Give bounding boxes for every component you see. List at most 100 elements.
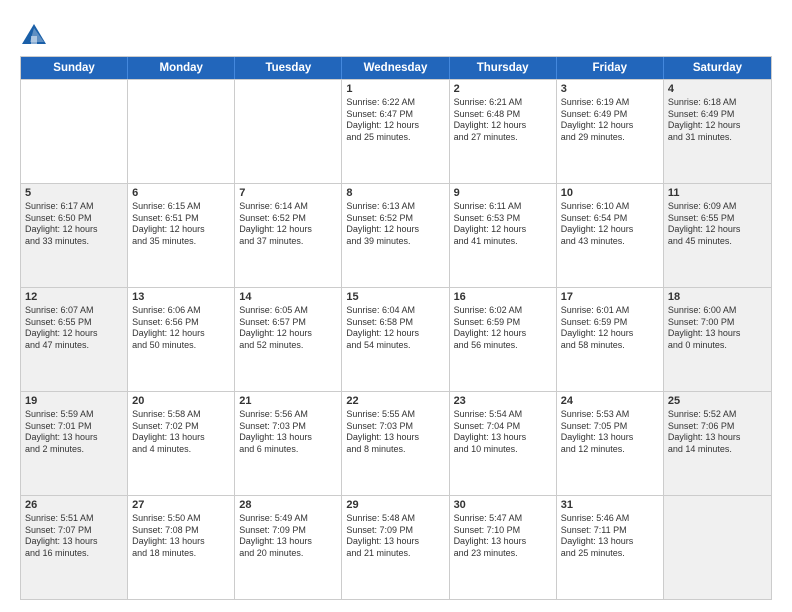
weekday-header-sunday: Sunday	[21, 57, 128, 79]
day-cell-5: 5Sunrise: 6:17 AMSunset: 6:50 PMDaylight…	[21, 184, 128, 287]
cell-line-0: Sunrise: 5:49 AM	[239, 513, 337, 525]
cell-line-2: Daylight: 12 hours	[25, 328, 123, 340]
cell-line-0: Sunrise: 6:19 AM	[561, 97, 659, 109]
cell-line-0: Sunrise: 5:50 AM	[132, 513, 230, 525]
cell-line-0: Sunrise: 5:56 AM	[239, 409, 337, 421]
cell-line-3: and 18 minutes.	[132, 548, 230, 560]
logo-icon	[20, 22, 48, 50]
cell-line-3: and 10 minutes.	[454, 444, 552, 456]
day-number: 30	[454, 499, 552, 511]
cell-line-1: Sunset: 7:08 PM	[132, 525, 230, 537]
cell-line-3: and 0 minutes.	[668, 340, 767, 352]
cell-line-0: Sunrise: 5:52 AM	[668, 409, 767, 421]
day-cell-12: 12Sunrise: 6:07 AMSunset: 6:55 PMDayligh…	[21, 288, 128, 391]
cell-line-1: Sunset: 7:06 PM	[668, 421, 767, 433]
cell-line-0: Sunrise: 6:01 AM	[561, 305, 659, 317]
cell-line-2: Daylight: 13 hours	[239, 536, 337, 548]
cell-line-0: Sunrise: 6:11 AM	[454, 201, 552, 213]
cell-line-1: Sunset: 6:51 PM	[132, 213, 230, 225]
day-number: 15	[346, 291, 444, 303]
cell-line-1: Sunset: 7:09 PM	[239, 525, 337, 537]
cell-line-1: Sunset: 7:03 PM	[346, 421, 444, 433]
cell-line-1: Sunset: 6:56 PM	[132, 317, 230, 329]
day-number: 18	[668, 291, 767, 303]
cell-line-2: Daylight: 13 hours	[25, 432, 123, 444]
cell-line-3: and 47 minutes.	[25, 340, 123, 352]
day-number: 6	[132, 187, 230, 199]
cell-line-1: Sunset: 6:53 PM	[454, 213, 552, 225]
weekday-header-wednesday: Wednesday	[342, 57, 449, 79]
cell-line-2: Daylight: 12 hours	[454, 224, 552, 236]
cell-line-0: Sunrise: 6:06 AM	[132, 305, 230, 317]
cell-line-2: Daylight: 12 hours	[132, 328, 230, 340]
logo	[20, 22, 52, 50]
empty-cell	[128, 80, 235, 183]
weekday-header-friday: Friday	[557, 57, 664, 79]
day-number: 2	[454, 83, 552, 95]
cell-line-1: Sunset: 7:07 PM	[25, 525, 123, 537]
cell-line-2: Daylight: 12 hours	[454, 328, 552, 340]
page: SundayMondayTuesdayWednesdayThursdayFrid…	[0, 0, 792, 612]
cell-line-2: Daylight: 12 hours	[25, 224, 123, 236]
cell-line-2: Daylight: 12 hours	[454, 120, 552, 132]
cell-line-0: Sunrise: 6:15 AM	[132, 201, 230, 213]
cell-line-3: and 39 minutes.	[346, 236, 444, 248]
empty-cell	[664, 496, 771, 599]
cell-line-2: Daylight: 12 hours	[561, 328, 659, 340]
day-number: 17	[561, 291, 659, 303]
cell-line-2: Daylight: 12 hours	[346, 328, 444, 340]
cell-line-1: Sunset: 7:00 PM	[668, 317, 767, 329]
cell-line-1: Sunset: 6:49 PM	[668, 109, 767, 121]
day-cell-18: 18Sunrise: 6:00 AMSunset: 7:00 PMDayligh…	[664, 288, 771, 391]
calendar: SundayMondayTuesdayWednesdayThursdayFrid…	[20, 56, 772, 600]
cell-line-0: Sunrise: 6:22 AM	[346, 97, 444, 109]
day-cell-7: 7Sunrise: 6:14 AMSunset: 6:52 PMDaylight…	[235, 184, 342, 287]
cell-line-3: and 31 minutes.	[668, 132, 767, 144]
day-number: 19	[25, 395, 123, 407]
cell-line-1: Sunset: 6:49 PM	[561, 109, 659, 121]
cell-line-0: Sunrise: 5:48 AM	[346, 513, 444, 525]
cell-line-0: Sunrise: 5:47 AM	[454, 513, 552, 525]
day-cell-3: 3Sunrise: 6:19 AMSunset: 6:49 PMDaylight…	[557, 80, 664, 183]
cell-line-3: and 6 minutes.	[239, 444, 337, 456]
cell-line-3: and 20 minutes.	[239, 548, 337, 560]
cell-line-1: Sunset: 6:57 PM	[239, 317, 337, 329]
day-cell-29: 29Sunrise: 5:48 AMSunset: 7:09 PMDayligh…	[342, 496, 449, 599]
calendar-header: SundayMondayTuesdayWednesdayThursdayFrid…	[21, 57, 771, 79]
cell-line-0: Sunrise: 6:02 AM	[454, 305, 552, 317]
cell-line-1: Sunset: 6:50 PM	[25, 213, 123, 225]
day-cell-27: 27Sunrise: 5:50 AMSunset: 7:08 PMDayligh…	[128, 496, 235, 599]
header	[20, 18, 772, 50]
cell-line-1: Sunset: 7:04 PM	[454, 421, 552, 433]
cell-line-3: and 35 minutes.	[132, 236, 230, 248]
cell-line-3: and 37 minutes.	[239, 236, 337, 248]
week-row-1: 1Sunrise: 6:22 AMSunset: 6:47 PMDaylight…	[21, 79, 771, 183]
cell-line-1: Sunset: 6:48 PM	[454, 109, 552, 121]
day-number: 13	[132, 291, 230, 303]
day-cell-1: 1Sunrise: 6:22 AMSunset: 6:47 PMDaylight…	[342, 80, 449, 183]
day-cell-24: 24Sunrise: 5:53 AMSunset: 7:05 PMDayligh…	[557, 392, 664, 495]
cell-line-3: and 45 minutes.	[668, 236, 767, 248]
cell-line-3: and 29 minutes.	[561, 132, 659, 144]
cell-line-0: Sunrise: 6:04 AM	[346, 305, 444, 317]
day-number: 20	[132, 395, 230, 407]
cell-line-0: Sunrise: 5:46 AM	[561, 513, 659, 525]
cell-line-2: Daylight: 13 hours	[454, 536, 552, 548]
cell-line-3: and 25 minutes.	[346, 132, 444, 144]
day-cell-26: 26Sunrise: 5:51 AMSunset: 7:07 PMDayligh…	[21, 496, 128, 599]
cell-line-1: Sunset: 7:01 PM	[25, 421, 123, 433]
cell-line-2: Daylight: 13 hours	[346, 432, 444, 444]
cell-line-1: Sunset: 6:52 PM	[346, 213, 444, 225]
cell-line-0: Sunrise: 6:05 AM	[239, 305, 337, 317]
cell-line-3: and 16 minutes.	[25, 548, 123, 560]
weekday-header-tuesday: Tuesday	[235, 57, 342, 79]
empty-cell	[21, 80, 128, 183]
day-cell-20: 20Sunrise: 5:58 AMSunset: 7:02 PMDayligh…	[128, 392, 235, 495]
cell-line-1: Sunset: 7:03 PM	[239, 421, 337, 433]
cell-line-2: Daylight: 13 hours	[454, 432, 552, 444]
cell-line-2: Daylight: 12 hours	[346, 224, 444, 236]
day-cell-16: 16Sunrise: 6:02 AMSunset: 6:59 PMDayligh…	[450, 288, 557, 391]
cell-line-2: Daylight: 13 hours	[239, 432, 337, 444]
weekday-header-monday: Monday	[128, 57, 235, 79]
day-cell-31: 31Sunrise: 5:46 AMSunset: 7:11 PMDayligh…	[557, 496, 664, 599]
